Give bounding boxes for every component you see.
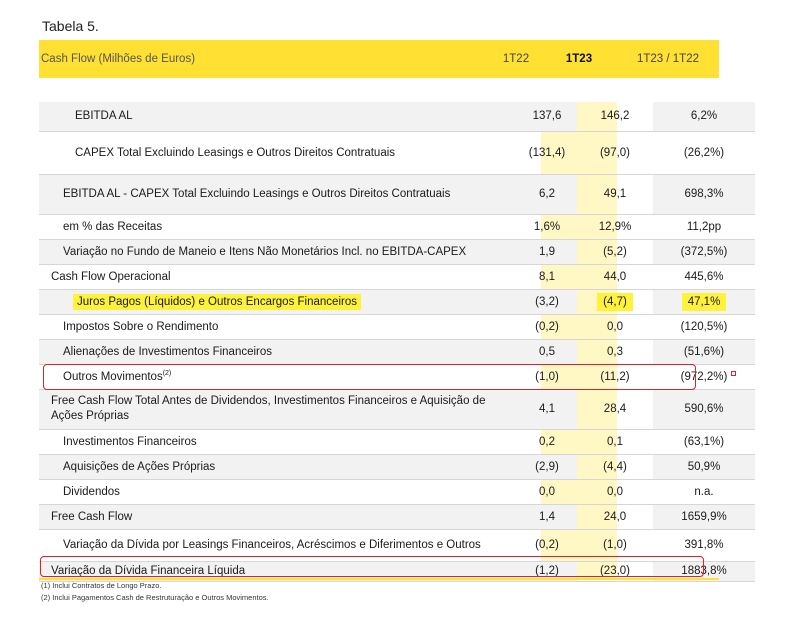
row-label: Alienações de Investimentos Financeiros: [39, 339, 517, 365]
row-value-1t23: (4,4): [577, 454, 653, 480]
row-value-change: 47,1%: [653, 289, 755, 315]
header-col-change: 1T23 / 1T22: [636, 53, 699, 65]
row-value-1t22: 1,4: [517, 504, 577, 530]
row-value-change: (26,2%): [653, 131, 755, 175]
table-header: Cash Flow (Milhões de Euros) 1T22 1T23 1…: [39, 40, 719, 78]
row-value-change: 445,6%: [653, 264, 755, 290]
row-label: Cash Flow Operacional: [39, 264, 517, 290]
table-caption: Tabela 5.: [42, 18, 99, 34]
row-label: CAPEX Total Excluindo Leasings e Outros …: [39, 131, 517, 175]
row-label: Free Cash Flow Total Antes de Dividendos…: [39, 389, 517, 430]
row-label: Free Cash Flow: [39, 504, 517, 530]
table-row: Alienações de Investimentos Financeiros …: [39, 339, 755, 365]
row-value-1t22: (0,2): [517, 314, 577, 340]
table-row: Free Cash Flow Total Antes de Dividendos…: [39, 389, 755, 430]
table-bottom-rule: [39, 578, 719, 580]
annotation-box-outros-movimentos: [43, 364, 696, 390]
header-label: Cash Flow (Milhões de Euros): [41, 53, 196, 65]
row-value-change: (51,6%): [653, 339, 755, 365]
table-row: Investimentos Financeiros 0,2 0,1 (63,1%…: [39, 429, 755, 455]
row-value-change: (120,5%): [653, 314, 755, 340]
row-value-1t23: 0,0: [577, 314, 653, 340]
row-value-change: 11,2pp: [653, 214, 755, 240]
row-label: EBITDA AL - CAPEX Total Excluindo Leasin…: [39, 174, 517, 215]
table-row: Cash Flow Operacional 8,1 44,0 445,6%: [39, 264, 755, 290]
row-value-1t22: 1,9: [517, 239, 577, 265]
row-value-1t22: 0,0: [517, 479, 577, 505]
cash-flow-table: EBITDA AL 137,6 146,2 6,2% CAPEX Total E…: [39, 102, 755, 582]
row-value-1t22: 0,5: [517, 339, 577, 365]
footnote-2: (2) Inclui Pagamentos Cash de Restrutura…: [41, 593, 269, 602]
highlight-marker: Juros Pagos (Líquidos) e Outros Encargos…: [73, 293, 361, 310]
row-label: Aquisições de Ações Próprias: [39, 454, 517, 480]
table-row-highlighted: Juros Pagos (Líquidos) e Outros Encargos…: [39, 289, 755, 315]
row-value-1t22: (131,4): [517, 131, 577, 175]
row-value-change: n.a.: [653, 479, 755, 505]
annotation-box-variacao-divida: [40, 556, 704, 577]
annotation-mark: [731, 371, 736, 376]
row-value-1t23: 146,2: [577, 102, 653, 132]
row-value-1t23: 0,3: [577, 339, 653, 365]
row-value-1t22: (2,9): [517, 454, 577, 480]
row-value-1t23: (5,2): [577, 239, 653, 265]
row-value-change: (63,1%): [653, 429, 755, 455]
table-row: Aquisições de Ações Próprias (2,9) (4,4)…: [39, 454, 755, 480]
table-row: Variação no Fundo de Maneio e Itens Não …: [39, 239, 755, 265]
table-row: Dividendos 0,0 0,0 n.a.: [39, 479, 755, 505]
row-value-1t22: 4,1: [517, 389, 577, 430]
table-row: Impostos Sobre o Rendimento (0,2) 0,0 (1…: [39, 314, 755, 340]
table-row: em % das Receitas 1,6% 12,9% 11,2pp: [39, 214, 755, 240]
table-row: EBITDA AL 137,6 146,2 6,2%: [39, 102, 755, 132]
row-value-1t23: 49,1: [577, 174, 653, 215]
table-row: CAPEX Total Excluindo Leasings e Outros …: [39, 131, 755, 175]
row-value-1t23: (97,0): [577, 131, 653, 175]
row-value-change: 590,6%: [653, 389, 755, 430]
row-value-1t23: 0,1: [577, 429, 653, 455]
row-value-1t22: 137,6: [517, 102, 577, 132]
row-label: Investimentos Financeiros: [39, 429, 517, 455]
row-value-1t23: (4,7): [577, 289, 653, 315]
row-label: em % das Receitas: [39, 214, 517, 240]
row-value-1t23: 12,9%: [577, 214, 653, 240]
highlight-marker: (4,7): [597, 292, 633, 311]
row-label: Juros Pagos (Líquidos) e Outros Encargos…: [39, 289, 517, 315]
row-value-change: 1659,9%: [653, 504, 755, 530]
row-value-change: 698,3%: [653, 174, 755, 215]
footnote-1: (1) Inclui Contratos de Longo Prazo.: [41, 581, 162, 590]
row-value-1t23: 24,0: [577, 504, 653, 530]
row-label: Impostos Sobre o Rendimento: [39, 314, 517, 340]
row-value-change: 50,9%: [653, 454, 755, 480]
row-label: EBITDA AL: [39, 102, 517, 132]
row-value-1t23: 0,0: [577, 479, 653, 505]
row-value-1t22: 1,6%: [517, 214, 577, 240]
row-value-change: (372,5%): [653, 239, 755, 265]
highlight-marker: 47,1%: [681, 292, 727, 311]
header-col-1t23: 1T23: [565, 53, 593, 65]
row-label: Dividendos: [39, 479, 517, 505]
row-value-1t22: 8,1: [517, 264, 577, 290]
row-value-1t22: 6,2: [517, 174, 577, 215]
table-row: EBITDA AL - CAPEX Total Excluindo Leasin…: [39, 174, 755, 215]
row-value-1t22: (3,2): [517, 289, 577, 315]
row-value-change: 6,2%: [653, 102, 755, 132]
row-label: Variação no Fundo de Maneio e Itens Não …: [39, 239, 517, 265]
row-value-1t23: 28,4: [577, 389, 653, 430]
row-value-1t22: 0,2: [517, 429, 577, 455]
row-value-1t23: 44,0: [577, 264, 653, 290]
table-row: Free Cash Flow 1,4 24,0 1659,9%: [39, 504, 755, 530]
